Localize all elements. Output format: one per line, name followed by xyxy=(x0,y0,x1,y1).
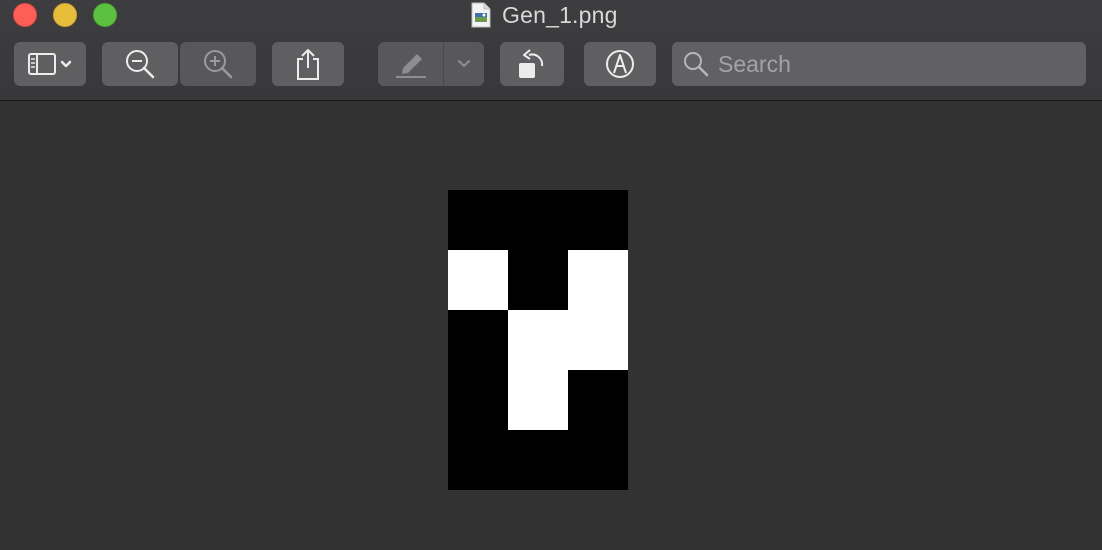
image-pixel xyxy=(508,190,568,250)
share-button[interactable] xyxy=(272,42,344,86)
share-icon xyxy=(297,49,319,80)
displayed-image xyxy=(448,190,628,490)
image-pixel xyxy=(568,190,628,250)
highlight-dropdown-button[interactable] xyxy=(444,42,484,86)
image-pixel xyxy=(448,370,508,430)
image-pixel xyxy=(448,190,508,250)
image-viewer xyxy=(0,101,1102,550)
preview-window: Gen_1.png xyxy=(0,0,1102,550)
zoom-in-icon xyxy=(204,50,233,79)
highlight-button[interactable] xyxy=(378,42,484,86)
image-pixel xyxy=(508,430,568,490)
image-pixel xyxy=(508,370,568,430)
toolbar: Gen_1.png xyxy=(0,0,1102,101)
sidebar-toggle-button[interactable] xyxy=(14,42,86,86)
minimize-button[interactable] xyxy=(53,3,77,27)
image-pixel xyxy=(448,430,508,490)
image-pixel xyxy=(508,310,568,370)
zoom-in-button[interactable] xyxy=(180,42,256,86)
image-pixel xyxy=(508,250,568,310)
image-pixel xyxy=(568,310,628,370)
close-button[interactable] xyxy=(13,3,37,27)
image-pixel xyxy=(448,310,508,370)
markup-icon xyxy=(606,50,634,78)
window-title-area: Gen_1.png xyxy=(470,0,618,30)
document-icon xyxy=(470,2,492,28)
rotate-button[interactable] xyxy=(500,42,564,86)
image-pixel xyxy=(568,430,628,490)
image-pixel xyxy=(568,370,628,430)
markup-toolbar-button[interactable] xyxy=(584,42,656,86)
rotate-left-icon xyxy=(519,49,544,78)
chevron-down-icon xyxy=(458,60,470,67)
highlighter-icon xyxy=(395,54,426,78)
sidebar-icon xyxy=(28,53,72,75)
image-pixel xyxy=(448,250,508,310)
zoom-out-icon xyxy=(126,50,155,79)
image-pixel xyxy=(568,250,628,310)
highlight-main-button[interactable] xyxy=(378,42,444,86)
window-title: Gen_1.png xyxy=(502,1,618,28)
search-field[interactable] xyxy=(672,42,1086,86)
zoom-out-button[interactable] xyxy=(102,42,178,86)
zoom-button[interactable] xyxy=(93,3,117,27)
search-icon xyxy=(684,52,709,77)
search-input[interactable] xyxy=(718,50,1078,78)
